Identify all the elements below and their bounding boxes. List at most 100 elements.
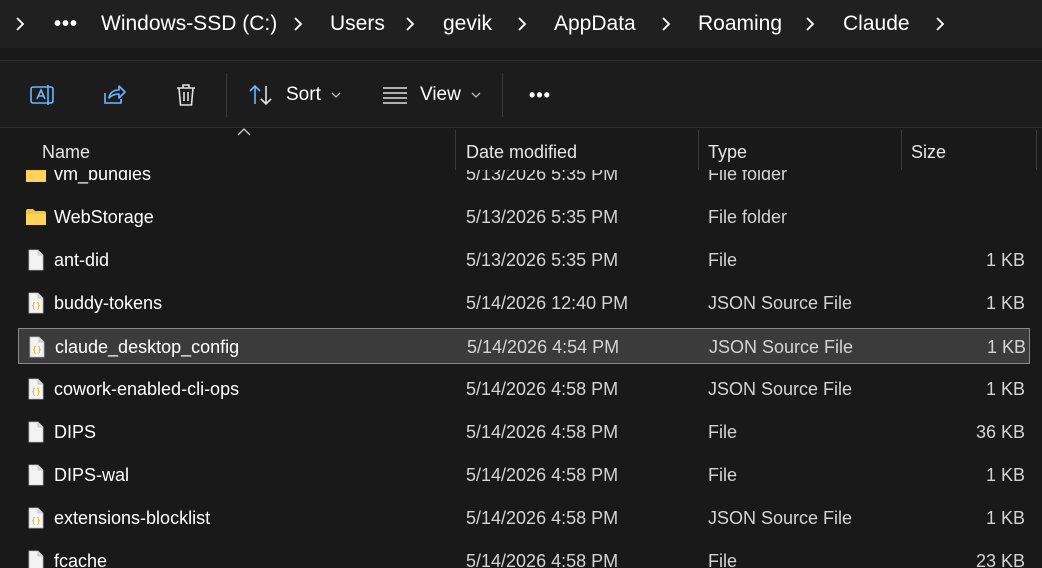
- file-size: 1 KB: [986, 336, 1026, 357]
- sort-icon: [249, 84, 272, 106]
- rename-button[interactable]: [22, 61, 62, 129]
- json-file-icon: {}: [25, 378, 47, 400]
- command-bar: Sort View •••: [0, 60, 1042, 128]
- file-size: 36 KB: [975, 421, 1025, 442]
- file-size: 23 KB: [975, 550, 1025, 568]
- svg-text:{}: {}: [32, 345, 42, 354]
- file-name: DIPS-wal: [54, 464, 130, 485]
- file-name: claude_desktop_config: [55, 336, 240, 357]
- trash-icon: [177, 84, 195, 106]
- file-date-modified: 5/14/2026 4:58 PM: [466, 464, 619, 485]
- breadcrumb-item-appdata[interactable]: AppData: [554, 0, 636, 48]
- view-list-icon: [383, 87, 407, 104]
- file-icon: [25, 249, 47, 271]
- file-type: JSON Source File: [708, 507, 853, 528]
- file-type: File: [708, 464, 738, 485]
- sort-label: Sort: [286, 84, 321, 105]
- file-date-modified: 5/13/2026 5:35 PM: [466, 206, 619, 227]
- svg-text:{}: {}: [31, 301, 41, 310]
- column-divider[interactable]: [455, 130, 456, 170]
- rename-icon: [30, 85, 54, 105]
- file-row[interactable]: DIPS-wal 5/14/2026 4:58 PM File 1 KB: [18, 457, 1030, 493]
- breadcrumb-item-roaming[interactable]: Roaming: [698, 0, 782, 48]
- file-list: vm_bundles 5/13/2026 5:35 PM File folder We…: [0, 152, 1042, 568]
- file-name: DIPS: [54, 421, 97, 442]
- file-date-modified: 5/13/2026 5:35 PM: [466, 249, 619, 270]
- chevron-down-icon: [471, 92, 481, 98]
- column-divider[interactable]: [698, 130, 699, 170]
- breadcrumb-item-users[interactable]: Users: [330, 0, 385, 48]
- file-date-modified: 5/14/2026 4:58 PM: [466, 421, 619, 442]
- breadcrumb-item-drive[interactable]: Windows-SSD (C:): [101, 0, 277, 48]
- file-type: File: [708, 421, 738, 442]
- file-type: File: [708, 550, 738, 568]
- json-file-icon: {}: [25, 292, 47, 314]
- file-size: 1 KB: [985, 464, 1025, 485]
- column-divider[interactable]: [901, 130, 902, 170]
- view-label: View: [420, 84, 461, 105]
- view-button[interactable]: View: [382, 61, 482, 129]
- chevron-down-icon: [331, 92, 341, 98]
- file-name: ant-did: [54, 249, 110, 270]
- file-date-modified: 5/14/2026 4:58 PM: [466, 550, 619, 568]
- file-row[interactable]: fcache 5/14/2026 4:58 PM File 23 KB: [18, 543, 1030, 568]
- file-type: JSON Source File: [708, 292, 853, 313]
- chevron-right-icon[interactable]: [656, 0, 676, 48]
- file-row[interactable]: DIPS 5/14/2026 4:58 PM File 36 KB: [18, 414, 1030, 450]
- file-name: fcache: [54, 550, 108, 568]
- json-file-icon: {}: [25, 507, 47, 529]
- file-name: cowork-enabled-cli-ops: [54, 378, 240, 399]
- chevron-right-icon[interactable]: [400, 0, 420, 48]
- file-type: JSON Source File: [708, 378, 853, 399]
- file-row[interactable]: {} buddy-tokens 5/14/2026 12:40 PM JSON Sou…: [18, 285, 1030, 321]
- file-type: File: [708, 249, 738, 270]
- column-header-name[interactable]: Name: [42, 130, 90, 174]
- column-header-size[interactable]: Size: [911, 130, 946, 174]
- toolbar-separator: [226, 73, 227, 117]
- file-date-modified: 5/14/2026 4:54 PM: [467, 336, 620, 357]
- breadcrumb-overflow-button[interactable]: •••: [54, 0, 78, 48]
- chevron-right-icon[interactable]: [10, 0, 30, 48]
- sort-button[interactable]: Sort: [248, 61, 348, 129]
- breadcrumb-item-claude[interactable]: Claude: [843, 0, 910, 48]
- file-size: 1 KB: [985, 378, 1025, 399]
- file-size: [911, 199, 1025, 235]
- breadcrumb: ••• Windows-SSD (C:) Users gevik AppData…: [0, 0, 1042, 48]
- json-file-icon: {}: [26, 336, 48, 358]
- file-icon: [25, 550, 47, 568]
- file-type: JSON Source File: [709, 336, 854, 357]
- file-size: 1 KB: [985, 507, 1025, 528]
- breadcrumb-spacer: [0, 48, 1042, 60]
- sort-ascending-icon: [237, 128, 251, 136]
- chevron-right-icon[interactable]: [288, 0, 308, 48]
- column-header-date[interactable]: Date modified: [466, 130, 577, 174]
- file-row[interactable]: WebStorage 5/13/2026 5:35 PM File folder: [18, 199, 1030, 235]
- chevron-right-icon[interactable]: [800, 0, 820, 48]
- file-size: 1 KB: [985, 292, 1025, 313]
- file-type: File folder: [708, 206, 788, 227]
- chevron-right-icon[interactable]: [930, 0, 950, 48]
- delete-button[interactable]: [166, 61, 206, 129]
- file-row[interactable]: {} extensions-blocklist 5/14/2026 4:58 PM J…: [18, 500, 1030, 536]
- file-name: extensions-blocklist: [54, 507, 211, 528]
- folder-icon: [25, 206, 47, 228]
- more-options-button[interactable]: •••: [520, 61, 560, 129]
- column-header-type[interactable]: Type: [708, 130, 747, 174]
- file-icon: [25, 421, 47, 443]
- column-divider[interactable]: [1036, 130, 1037, 170]
- file-name: buddy-tokens: [54, 292, 163, 313]
- column-header: Name Date modified Type Size: [0, 130, 1042, 170]
- file-row[interactable]: {} claude_desktop_config 5/14/2026 4:54 PM…: [18, 328, 1030, 364]
- svg-text:{}: {}: [31, 516, 41, 525]
- file-icon: [25, 464, 47, 486]
- toolbar-separator: [502, 73, 503, 117]
- file-row[interactable]: ant-did 5/13/2026 5:35 PM File 1 KB: [18, 242, 1030, 278]
- chevron-right-icon[interactable]: [512, 0, 532, 48]
- file-row[interactable]: {} cowork-enabled-cli-ops 5/14/2026 4:58 P…: [18, 371, 1030, 407]
- breadcrumb-item-gevik[interactable]: gevik: [443, 0, 492, 48]
- file-date-modified: 5/14/2026 12:40 PM: [466, 292, 629, 313]
- share-button[interactable]: [94, 61, 134, 129]
- file-name: WebStorage: [54, 206, 154, 227]
- share-icon: [104, 85, 126, 104]
- file-date-modified: 5/14/2026 4:58 PM: [466, 507, 619, 528]
